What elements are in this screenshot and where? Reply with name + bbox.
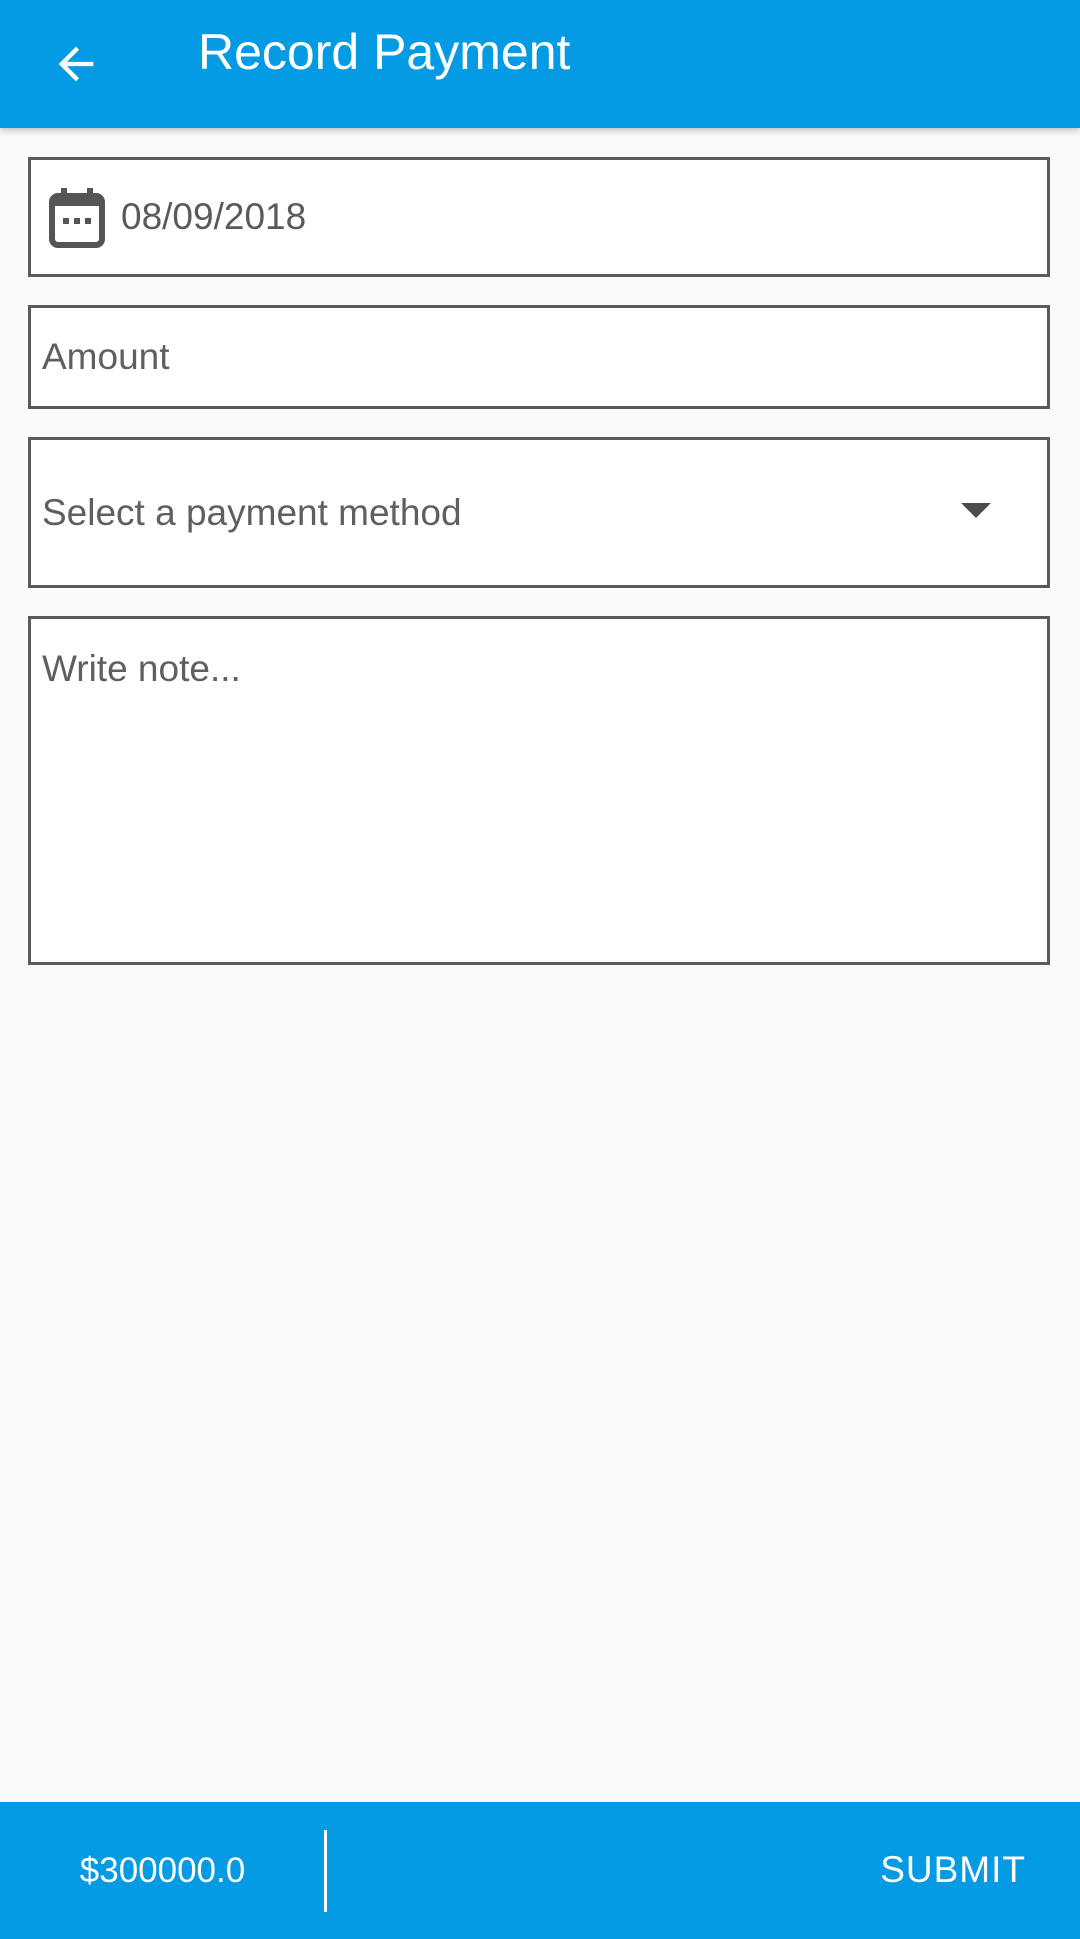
app-bar: Record Payment [0, 0, 1080, 128]
payment-method-select[interactable]: Select a payment method [28, 437, 1050, 588]
bottom-divider [324, 1830, 327, 1912]
date-value: 08/09/2018 [121, 196, 307, 237]
date-field[interactable]: 08/09/2018 [28, 157, 1050, 277]
total-amount: $300000.0 [79, 1851, 246, 1890]
payment-method-value: Select a payment method [42, 492, 462, 533]
back-button[interactable] [28, 18, 124, 110]
amount-input[interactable] [31, 308, 1047, 406]
submit-button[interactable]: SUBMIT [854, 1820, 1052, 1920]
page-title: Record Payment [198, 24, 571, 80]
amount-field[interactable] [28, 305, 1050, 409]
bottom-bar: $300000.0 SUBMIT [0, 1802, 1080, 1939]
note-field[interactable] [28, 616, 1050, 965]
arrow-back-icon [50, 38, 102, 90]
dropdown-arrow-icon [961, 503, 991, 518]
note-input[interactable] [31, 619, 1047, 962]
calendar-icon [49, 188, 105, 248]
